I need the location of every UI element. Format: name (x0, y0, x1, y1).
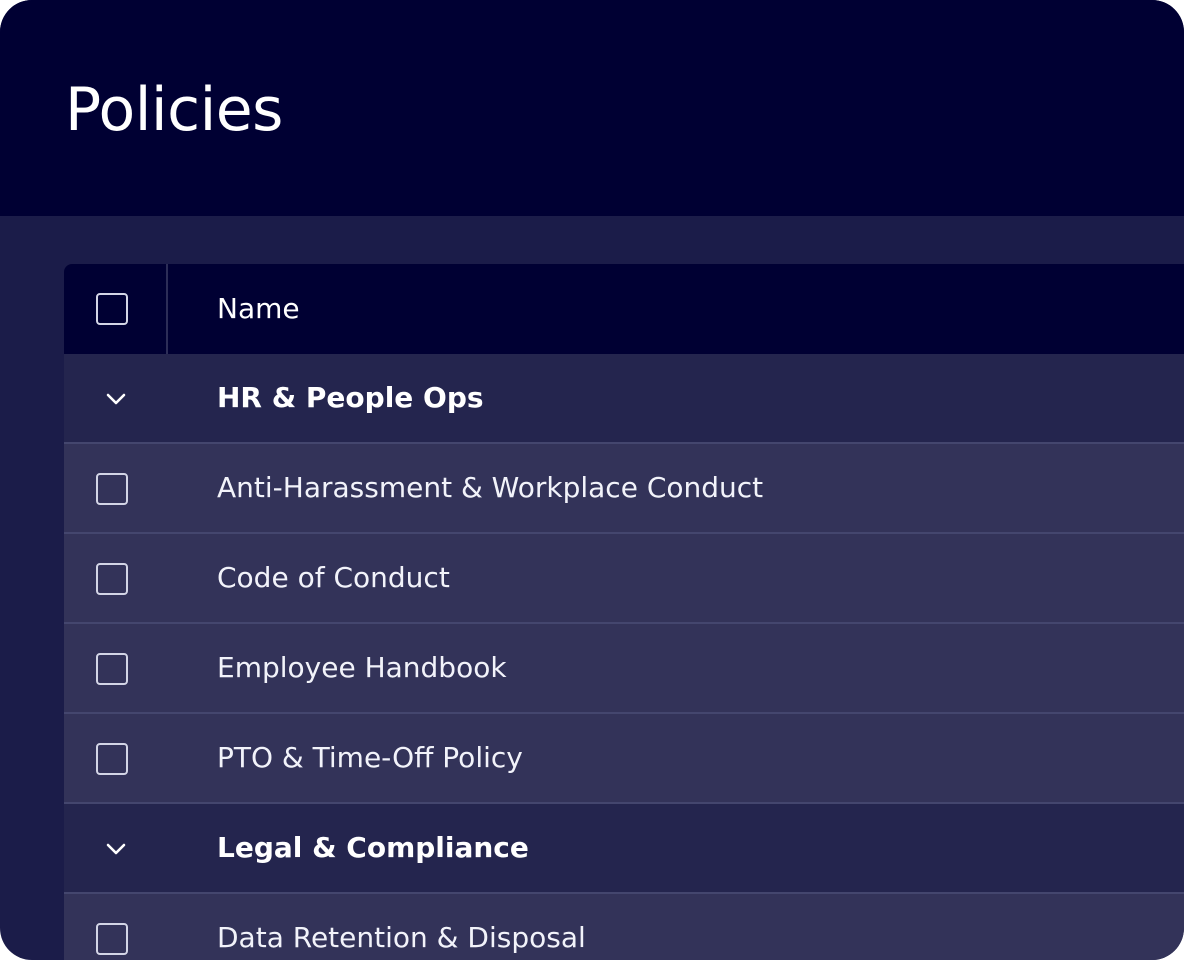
row-checkbox[interactable] (96, 743, 128, 775)
policy-name[interactable]: Employee Handbook (217, 650, 507, 686)
table-row[interactable]: PTO & Time-Off Policy (64, 714, 1184, 804)
group-label: HR & People Ops (217, 381, 484, 414)
table-row[interactable]: Data Retention & Disposal (64, 894, 1184, 960)
policy-name[interactable]: Code of Conduct (217, 560, 450, 596)
page-header: Policies (0, 0, 1184, 216)
page-title: Policies (65, 75, 283, 145)
chevron-down-icon[interactable] (104, 839, 128, 859)
table-row[interactable]: Code of Conduct (64, 534, 1184, 624)
group-row-hr-people-ops[interactable]: HR & People Ops (64, 354, 1184, 444)
row-checkbox[interactable] (96, 563, 128, 595)
policies-table: Name HR & People Ops Anti-Harassment & W… (64, 264, 1184, 960)
policy-name[interactable]: PTO & Time-Off Policy (217, 740, 523, 776)
select-all-checkbox[interactable] (96, 293, 128, 325)
table-body: HR & People Ops Anti-Harassment & Workpl… (64, 354, 1184, 960)
row-checkbox[interactable] (96, 923, 128, 955)
policy-name[interactable]: Anti-Harassment & Workplace Conduct (217, 470, 763, 506)
chevron-down-icon[interactable] (104, 389, 128, 409)
group-label: Legal & Compliance (217, 831, 529, 864)
group-row-legal-compliance[interactable]: Legal & Compliance (64, 804, 1184, 894)
table-row[interactable]: Anti-Harassment & Workplace Conduct (64, 444, 1184, 534)
column-divider[interactable] (166, 264, 168, 354)
table-header-row: Name (64, 264, 1184, 354)
policy-name[interactable]: Data Retention & Disposal (217, 920, 586, 956)
table-row[interactable]: Employee Handbook (64, 624, 1184, 714)
row-checkbox[interactable] (96, 653, 128, 685)
row-checkbox[interactable] (96, 473, 128, 505)
app-window: Policies Name HR & People Ops Anti-Haras… (0, 0, 1184, 960)
column-header-name[interactable]: Name (217, 291, 300, 327)
